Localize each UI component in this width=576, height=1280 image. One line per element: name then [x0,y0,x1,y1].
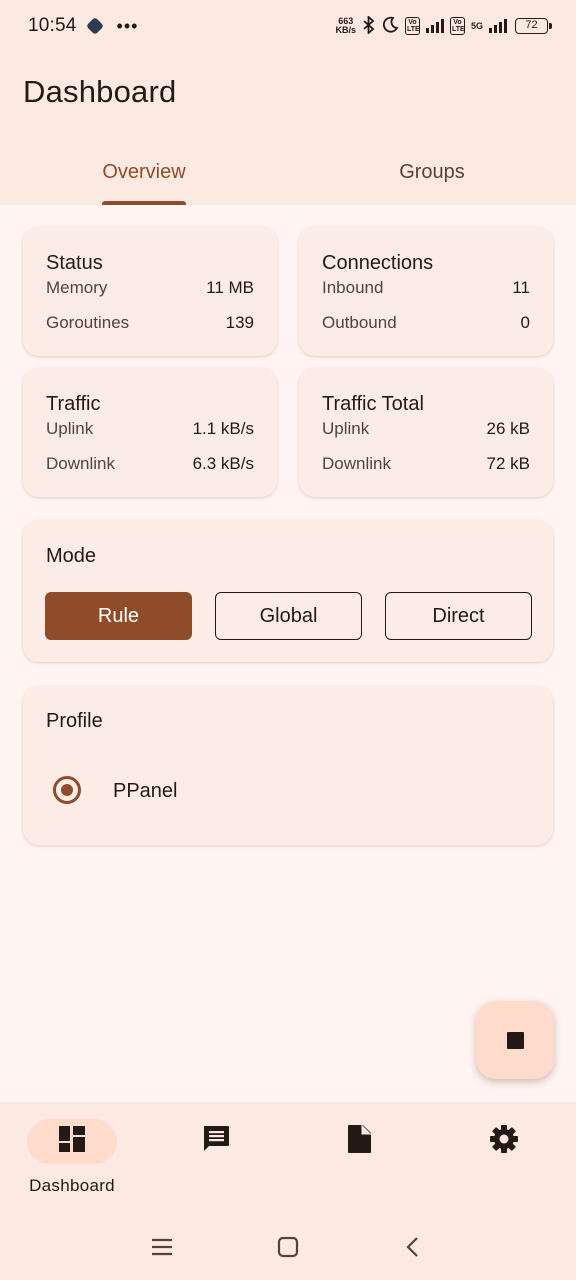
total-downlink-value: 72 kB [486,454,530,473]
tab-bar: Overview Groups [0,140,576,205]
tab-groups-label: Groups [399,161,465,183]
outbound-value: 0 [520,313,530,332]
inbound-label: Inbound [322,278,384,297]
nav-dashboard-label: Dashboard [29,1176,115,1195]
network-speed-unit: KB/s [335,25,356,35]
nav-settings-pill [459,1119,549,1164]
traffic-total-card: Traffic Total Uplink 26 kB Downlink 72 k… [299,368,553,497]
inbound-row: Inbound 11 [322,278,530,298]
battery-icon: 72 [515,18,552,34]
recent-apps-icon[interactable] [142,1232,182,1262]
memory-value: 11 MB [206,278,254,297]
total-downlink-row: Downlink 72 kB [322,454,530,474]
memory-row: Memory 11 MB [46,278,254,298]
traffic-downlink-label: Downlink [46,454,115,473]
goroutines-label: Goroutines [46,313,130,332]
system-navigation-bar [0,1220,576,1280]
nav-profiles-pill [315,1119,405,1164]
tab-groups[interactable]: Groups [288,140,576,205]
mode-rule-button[interactable]: Rule [45,592,192,640]
network-type: 5G [470,20,483,31]
nav-dashboard[interactable]: Dashboard [0,1119,144,1209]
status-time: 10:54 [28,15,77,36]
profile-item-label[interactable]: PPanel [113,780,178,803]
message-icon [201,1124,231,1159]
dashboard-icon [59,1126,85,1157]
nav-profiles[interactable] [288,1119,432,1209]
connections-card-title: Connections [322,252,434,274]
notification-app-icon [85,16,104,36]
traffic-uplink-row: Uplink 1.1 kB/s [46,419,254,439]
total-downlink-label: Downlink [322,454,391,473]
stop-icon [506,1031,524,1049]
mode-card-title: Mode [46,545,97,567]
mode-card: Mode Rule Global Direct [23,520,553,662]
traffic-downlink-value: 6.3 kB/s [192,454,254,473]
outbound-label: Outbound [322,313,397,332]
nav-settings[interactable] [432,1119,576,1209]
status-bar: 10:54 ••• 663 KB/s Vo LTE Vo LTE 5G 72 [0,0,576,52]
settings-icon [489,1124,519,1159]
goroutines-value: 139 [225,313,254,332]
status-card: Status Memory 11 MB Goroutines 139 [23,227,277,356]
do-not-disturb-moon-icon [382,16,399,36]
nav-dashboard-pill [27,1119,117,1164]
traffic-uplink-label: Uplink [46,419,94,438]
status-card-title: Status [46,252,103,274]
tab-overview[interactable]: Overview [0,140,288,205]
traffic-downlink-row: Downlink 6.3 kB/s [46,454,254,474]
mode-direct-button[interactable]: Direct [385,592,532,640]
signal-strength-icon-2 [489,19,507,33]
document-icon [347,1124,373,1159]
outbound-row: Outbound 0 [322,313,530,333]
total-uplink-row: Uplink 26 kB [322,419,530,439]
mode-global-button[interactable]: Global [215,592,362,640]
profile-card: Profile PPanel [23,686,553,845]
goroutines-row: Goroutines 139 [46,313,254,333]
total-uplink-value: 26 kB [486,419,530,438]
traffic-total-card-title: Traffic Total [322,393,424,415]
traffic-card-title: Traffic [46,393,101,415]
stop-fab-button[interactable] [476,1001,554,1079]
signal-strength-icon [425,19,444,33]
profile-radio-button[interactable] [53,776,81,804]
tab-overview-label: Overview [102,161,186,183]
total-uplink-label: Uplink [322,419,370,438]
tab-active-indicator [102,201,186,205]
page-title: Dashboard [23,74,177,109]
inbound-value: 11 [512,278,530,297]
home-icon[interactable] [268,1232,308,1262]
back-icon[interactable] [393,1232,433,1262]
volte-icon: Vo LTE [404,17,420,35]
bluetooth-icon [362,14,376,37]
connections-card: Connections Inbound 11 Outbound 0 [299,227,553,356]
traffic-card: Traffic Uplink 1.1 kB/s Downlink 6.3 kB/… [23,368,277,497]
more-notifications-icon: ••• [116,15,139,36]
volte-icon-2: Vo LTE [449,17,465,35]
profile-card-title: Profile [46,710,103,732]
traffic-uplink-value: 1.1 kB/s [192,419,254,438]
network-speed: 663 KB/s [335,17,356,35]
nav-logs[interactable] [144,1119,288,1209]
nav-logs-pill [171,1119,261,1164]
memory-label: Memory [46,278,108,297]
